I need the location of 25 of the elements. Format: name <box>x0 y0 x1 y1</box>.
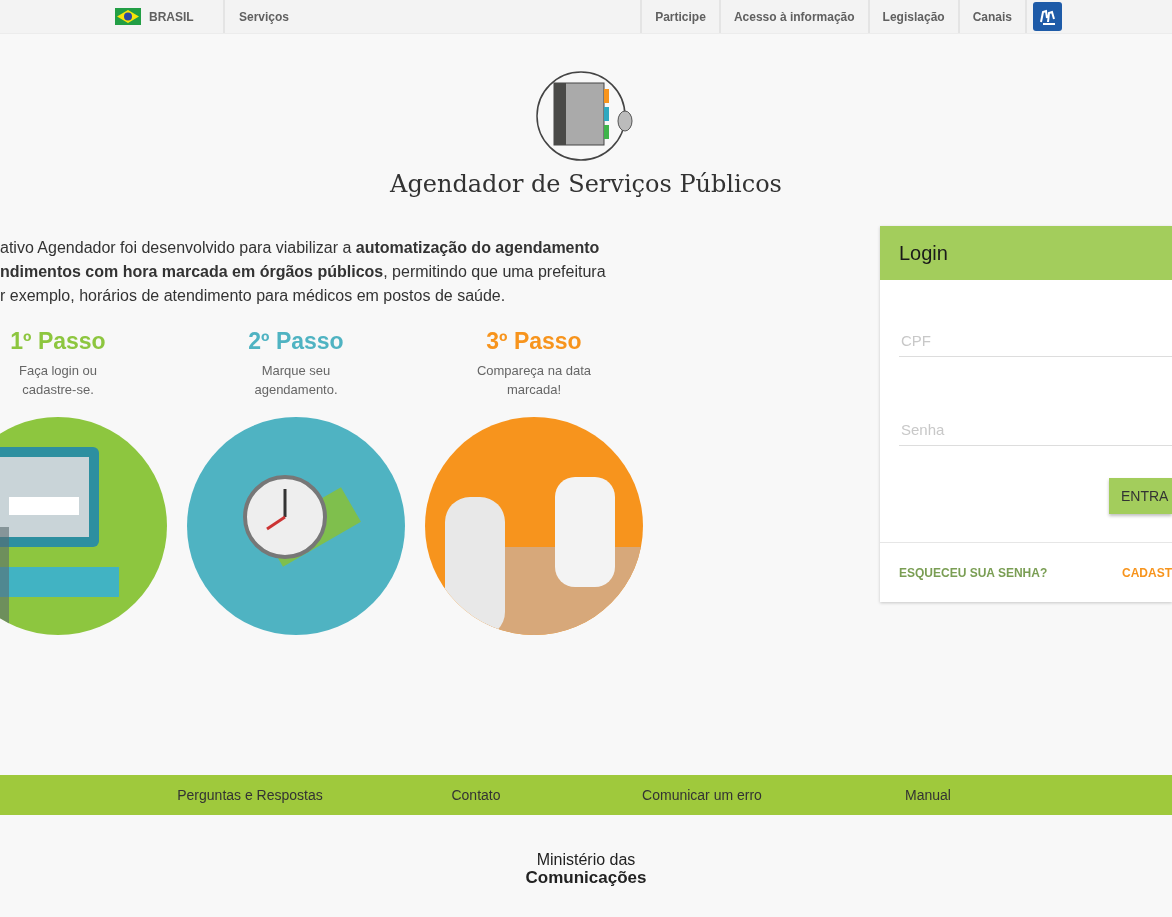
step-description: Faça login ou cadastre-se. <box>17 362 99 399</box>
login-title: Login <box>880 226 1172 280</box>
step-description: Marque seu agendamento. <box>253 362 339 399</box>
top-nav-link[interactable]: Canais <box>957 0 1027 33</box>
footer-link[interactable]: Manual <box>905 787 951 803</box>
top-nav-link[interactable]: Legislação <box>867 0 958 33</box>
step-title: 2º Passo <box>248 328 344 355</box>
ministry-logo-text: Ministério das <box>536 851 636 869</box>
top-nav-link[interactable]: Participe <box>640 0 719 33</box>
step-title: 1º Passo <box>10 328 106 355</box>
footer-link[interactable]: Contato <box>451 787 501 803</box>
sign-language-icon[interactable] <box>1033 2 1062 31</box>
login-button[interactable]: ENTRA <box>1109 478 1172 514</box>
footer-link[interactable]: Perguntas e Respostas <box>177 787 323 803</box>
ministry-logo-text: Comunicações <box>525 869 647 887</box>
page-title: Agendador de Serviços Públicos <box>390 170 782 198</box>
services-link[interactable]: Serviços <box>239 9 290 24</box>
step-title: 3º Passo <box>486 328 582 355</box>
footer-link[interactable]: Comunicar um erro <box>642 787 762 803</box>
flag-icon <box>115 8 141 25</box>
step-description: Compareça na data marcada! <box>475 362 593 399</box>
country-label: BRASIL <box>149 9 194 24</box>
forgot-password-link[interactable]: ESQUECEU SUA SENHA? <box>899 565 1048 580</box>
top-nav-link[interactable]: Acesso à informação <box>718 0 868 33</box>
intro-paragraph: ativo Agendador foi desenvolvido para viabilizar a automatização do agendamento ndimentos com hora marcada em órgãos públicos, permitindo que uma prefeitura r exemplo, horários de atendimento para médicos em postos de saúde. <box>0 238 607 306</box>
